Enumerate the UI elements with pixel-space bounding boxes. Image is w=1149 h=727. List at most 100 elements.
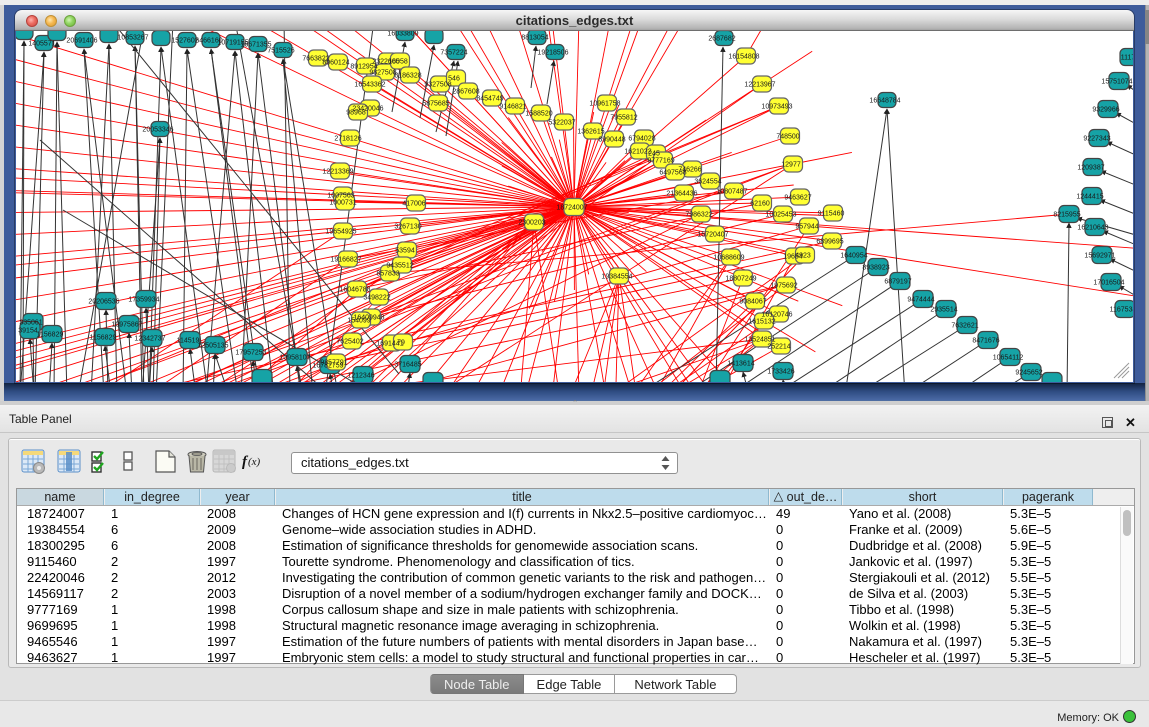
svg-text:3716485: 3716485	[394, 362, 421, 369]
svg-text:9329966: 9329966	[1092, 107, 1119, 114]
svg-text:15751074: 15751074	[1101, 79, 1132, 86]
svg-text:8960124: 8960124	[322, 60, 349, 67]
svg-text:8471676: 8471676	[972, 338, 999, 345]
svg-text:748500: 748500	[776, 134, 799, 141]
svg-text:10961758: 10961758	[589, 101, 620, 108]
svg-text:13524851: 13524851	[744, 337, 775, 344]
svg-text:417006: 417006	[402, 201, 425, 208]
svg-text:8454749: 8454749	[476, 96, 503, 103]
svg-text:10975867: 10975867	[111, 322, 142, 329]
svg-text:10688609: 10688609	[713, 255, 744, 262]
svg-text:9327508: 9327508	[424, 82, 451, 89]
svg-text:10807487: 10807487	[716, 189, 747, 196]
svg-text:15692971: 15692971	[1084, 253, 1115, 260]
svg-text:12213967: 12213967	[744, 82, 775, 89]
svg-text:9245652: 9245652	[1015, 370, 1042, 377]
svg-text:1209387: 1209387	[1077, 165, 1104, 172]
svg-text:6899695: 6899695	[816, 239, 843, 246]
svg-text:2300203: 2300203	[518, 220, 545, 227]
svg-text:62160: 62160	[750, 201, 770, 208]
svg-text:(x): (x)	[248, 456, 261, 468]
svg-text:9146821: 9146821	[499, 104, 526, 111]
svg-text:16543362: 16543362	[354, 82, 385, 89]
svg-text:245: 245	[648, 151, 660, 158]
svg-text:18724007: 18724007	[556, 205, 587, 212]
svg-text:16058: 16058	[388, 59, 408, 66]
svg-text:3624554: 3624554	[694, 179, 721, 186]
svg-text:1007563: 1007563	[327, 193, 354, 200]
svg-text:5322037: 5322037	[548, 120, 575, 127]
svg-text:1413614: 1413614	[727, 361, 754, 368]
svg-text:16120746: 16120746	[761, 312, 792, 319]
svg-text:546: 546	[448, 76, 460, 83]
svg-text:20691406: 20691406	[66, 38, 97, 45]
svg-text:16046788: 16046788	[339, 287, 370, 294]
svg-text:21364436: 21364436	[666, 191, 697, 198]
svg-text:20206536: 20206536	[88, 299, 119, 306]
svg-text:17359934: 17359934	[128, 297, 159, 304]
svg-text:10958107: 10958107	[279, 355, 310, 362]
svg-text:12505135: 12505135	[197, 343, 228, 350]
svg-text:1156829: 1156829	[37, 332, 64, 339]
svg-text:1588520: 1588520	[525, 111, 552, 118]
svg-text:8990448: 8990448	[598, 137, 625, 144]
svg-text:98968: 98968	[346, 110, 366, 117]
svg-text:16210643: 16210643	[1077, 225, 1108, 232]
svg-text:15720407: 15720407	[697, 232, 728, 239]
svg-text:10973493: 10973493	[761, 104, 792, 111]
svg-text:9857791: 9857791	[320, 360, 347, 367]
svg-text:8215955: 8215955	[1053, 212, 1080, 219]
svg-text:8186328: 8186328	[394, 73, 421, 80]
svg-text:7955812: 7955812	[610, 115, 637, 122]
svg-text:957944: 957944	[795, 224, 818, 231]
svg-text:19654925: 19654925	[325, 229, 356, 236]
svg-text:9463627: 9463627	[784, 195, 811, 202]
svg-text:9327508: 9327508	[369, 70, 396, 77]
svg-text:2867608: 2867608	[452, 89, 479, 96]
svg-text:10025453: 10025453	[765, 212, 796, 219]
svg-text:6794028: 6794028	[628, 136, 655, 143]
svg-text:12342737: 12342737	[134, 336, 165, 343]
svg-text:1212346: 1212346	[347, 373, 374, 380]
svg-text:154099: 154099	[347, 318, 370, 325]
svg-text:9435512: 9435512	[386, 263, 413, 270]
svg-text:7625402: 7625402	[336, 339, 363, 346]
svg-text:3267130: 3267130	[394, 224, 421, 231]
svg-text:5875685: 5875685	[422, 101, 449, 108]
svg-text:12977: 12977	[781, 162, 801, 169]
svg-text:7357224: 7357224	[440, 50, 467, 57]
svg-text:7632621: 7632621	[951, 323, 978, 330]
svg-text:9115460: 9115460	[818, 211, 845, 218]
svg-text:16154808: 16154808	[728, 54, 759, 61]
svg-text:9084067: 9084067	[739, 299, 766, 306]
svg-text:53594: 53594	[395, 248, 415, 255]
svg-text:7986322: 7986322	[685, 212, 712, 219]
svg-text:12213369: 12213369	[322, 169, 353, 176]
svg-text:114519: 114519	[177, 338, 200, 345]
svg-text:1615132: 1615132	[748, 319, 775, 326]
svg-text:17016504: 17016504	[1093, 280, 1124, 287]
svg-text:1156829: 1156829	[90, 335, 117, 342]
svg-text:1117: 1117	[1121, 55, 1133, 62]
svg-text:1362615: 1362615	[577, 129, 604, 136]
svg-text:16033809: 16033809	[387, 31, 418, 38]
svg-text:17957253: 17957253	[235, 350, 266, 357]
svg-text:19384554: 19384554	[601, 274, 632, 281]
svg-text:2718126: 2718126	[334, 136, 361, 143]
svg-text:8813054: 8813054	[521, 35, 548, 42]
svg-text:79: 79	[397, 340, 405, 347]
svg-text:20053346: 20053346	[142, 127, 173, 134]
svg-text:4923: 4923	[795, 253, 811, 260]
svg-text:10654112: 10654112	[993, 355, 1024, 362]
svg-text:39154: 39154	[18, 328, 38, 335]
svg-text:9474444: 9474444	[907, 297, 934, 304]
svg-text:9777169: 9777169	[647, 158, 674, 165]
svg-text:2935514: 2935514	[930, 307, 957, 314]
svg-text:6497568: 6497568	[659, 170, 686, 177]
svg-text:335061: 335061	[19, 320, 42, 327]
svg-text:10853267: 10853267	[117, 35, 148, 42]
svg-text:18807249: 18807249	[725, 276, 756, 283]
svg-text:1244415: 1244415	[1076, 194, 1103, 201]
svg-text:9227343: 9227343	[1083, 136, 1110, 143]
svg-text:6879197: 6879197	[884, 279, 911, 286]
